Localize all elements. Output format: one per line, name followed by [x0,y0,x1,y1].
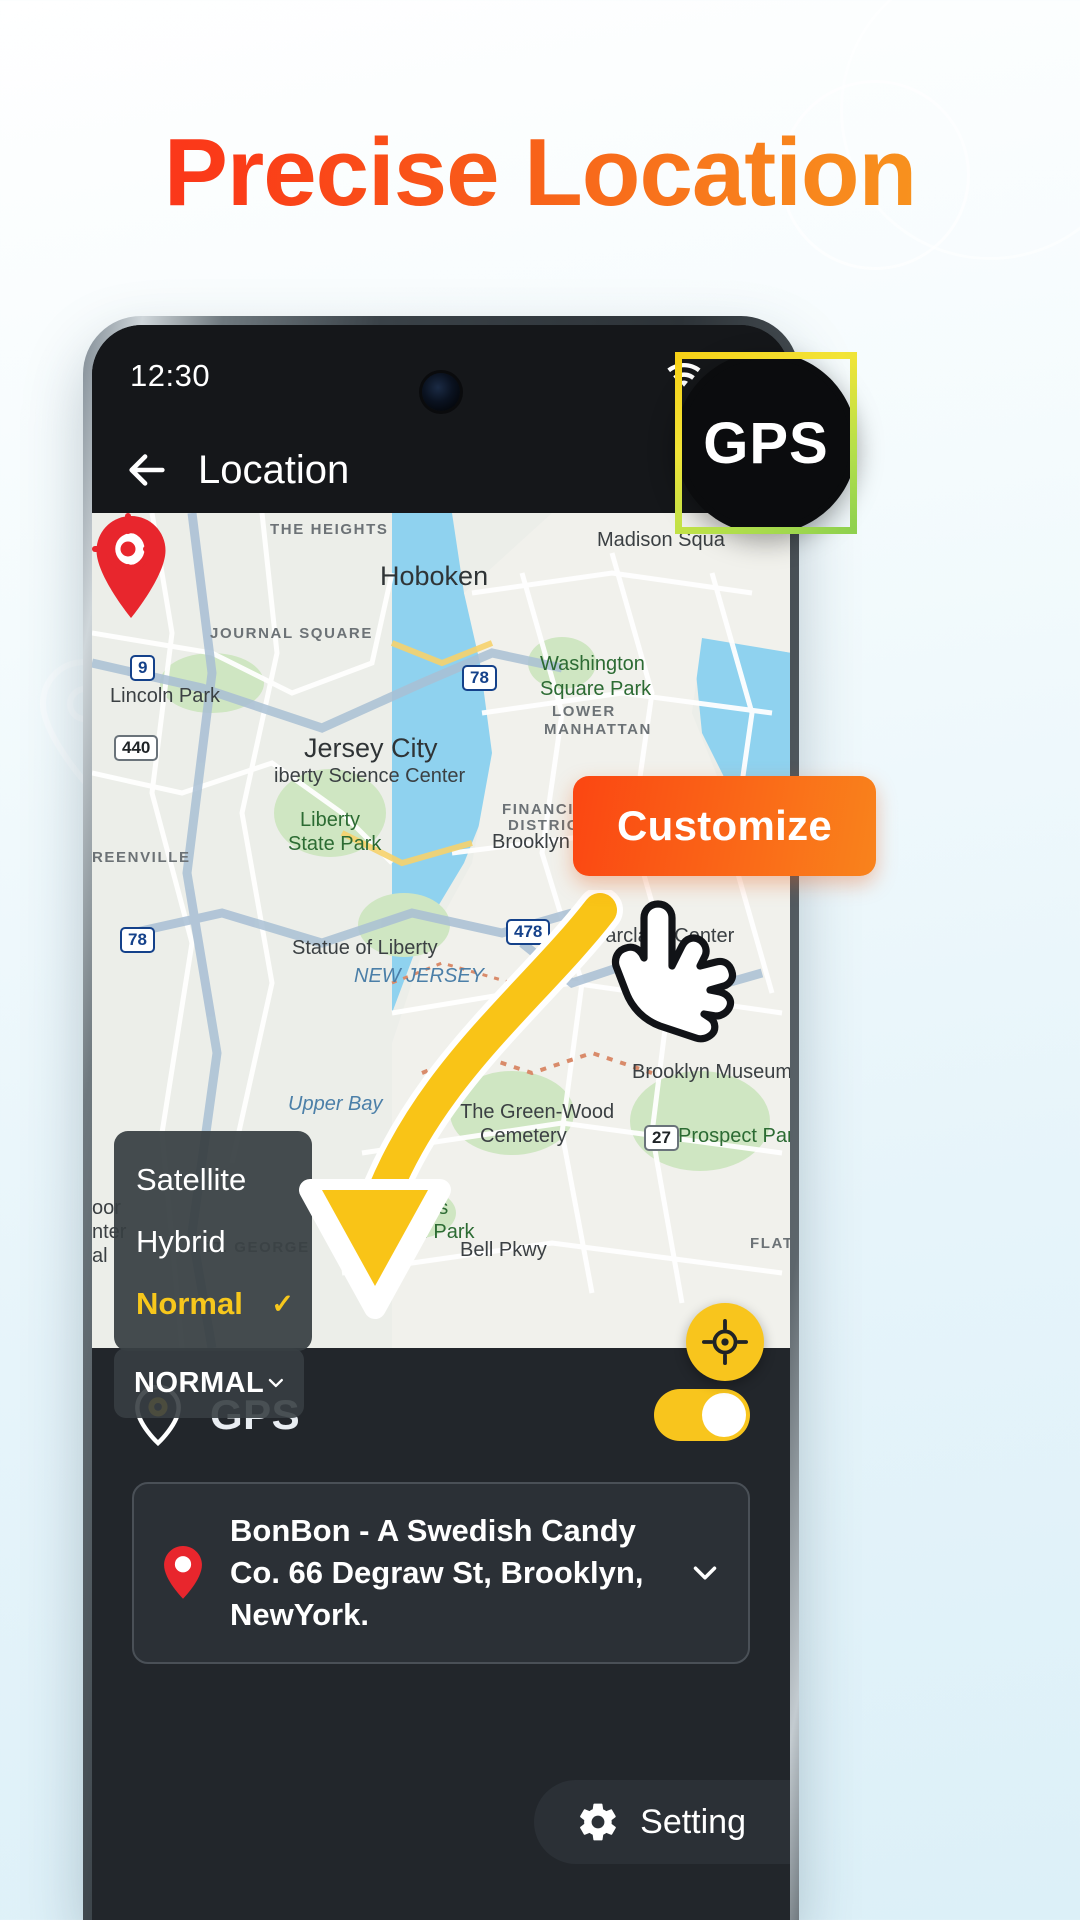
page-title: Precise Location [0,118,1080,228]
my-location-button[interactable] [686,1303,764,1381]
back-arrow-icon[interactable] [124,447,170,493]
crosshair-target-icon[interactable] [92,513,164,585]
setting-label: Setting [640,1802,746,1841]
pointing-hand-icon [611,900,737,1043]
front-camera-punch-hole [422,373,460,411]
setting-button[interactable]: Setting [534,1780,790,1864]
map-type-option-satellite[interactable]: Satellite [114,1149,312,1211]
customize-chip: Customize [573,776,877,876]
gps-badge: GPS [675,352,857,534]
chevron-down-icon [269,1378,284,1388]
map-type-option-label: Normal [136,1286,243,1321]
map-type-option-hybrid[interactable]: Hybrid [114,1211,312,1273]
my-location-icon [702,1319,748,1365]
chevron-down-icon[interactable] [686,1554,724,1592]
address-text: BonBon - A Swedish Candy Co. 66 Degraw S… [230,1513,644,1633]
gps-toggle-knob [702,1393,746,1437]
status-time: 12:30 [130,358,211,393]
map-type-option-normal[interactable]: Normal ✓ [114,1273,312,1335]
gear-icon [580,1803,617,1841]
map-type-option-label: Hybrid [136,1224,226,1259]
map-type-select[interactable]: NORMAL [114,1348,304,1418]
phone-mockup: 12:30 Location THE HEIGHTS Hoboken Madis… [83,316,799,1920]
map-type-options-panel[interactable]: Satellite Hybrid Normal ✓ [114,1131,312,1351]
map-type-option-label: Satellite [136,1162,247,1197]
check-icon: ✓ [271,1288,294,1319]
bottom-panel: GPS BonBon - A Swedish Candy Co. 66 Degr… [92,1348,790,1920]
map-type-select-value: NORMAL [134,1366,265,1399]
address-card[interactable]: BonBon - A Swedish Candy Co. 66 Degraw S… [132,1482,750,1665]
gps-badge-label: GPS [682,359,850,527]
gps-toggle[interactable] [654,1389,750,1441]
location-pin-icon [164,1546,202,1599]
phone-screen: 12:30 Location THE HEIGHTS Hoboken Madis… [92,325,790,1920]
app-bar-title: Location [198,447,350,492]
